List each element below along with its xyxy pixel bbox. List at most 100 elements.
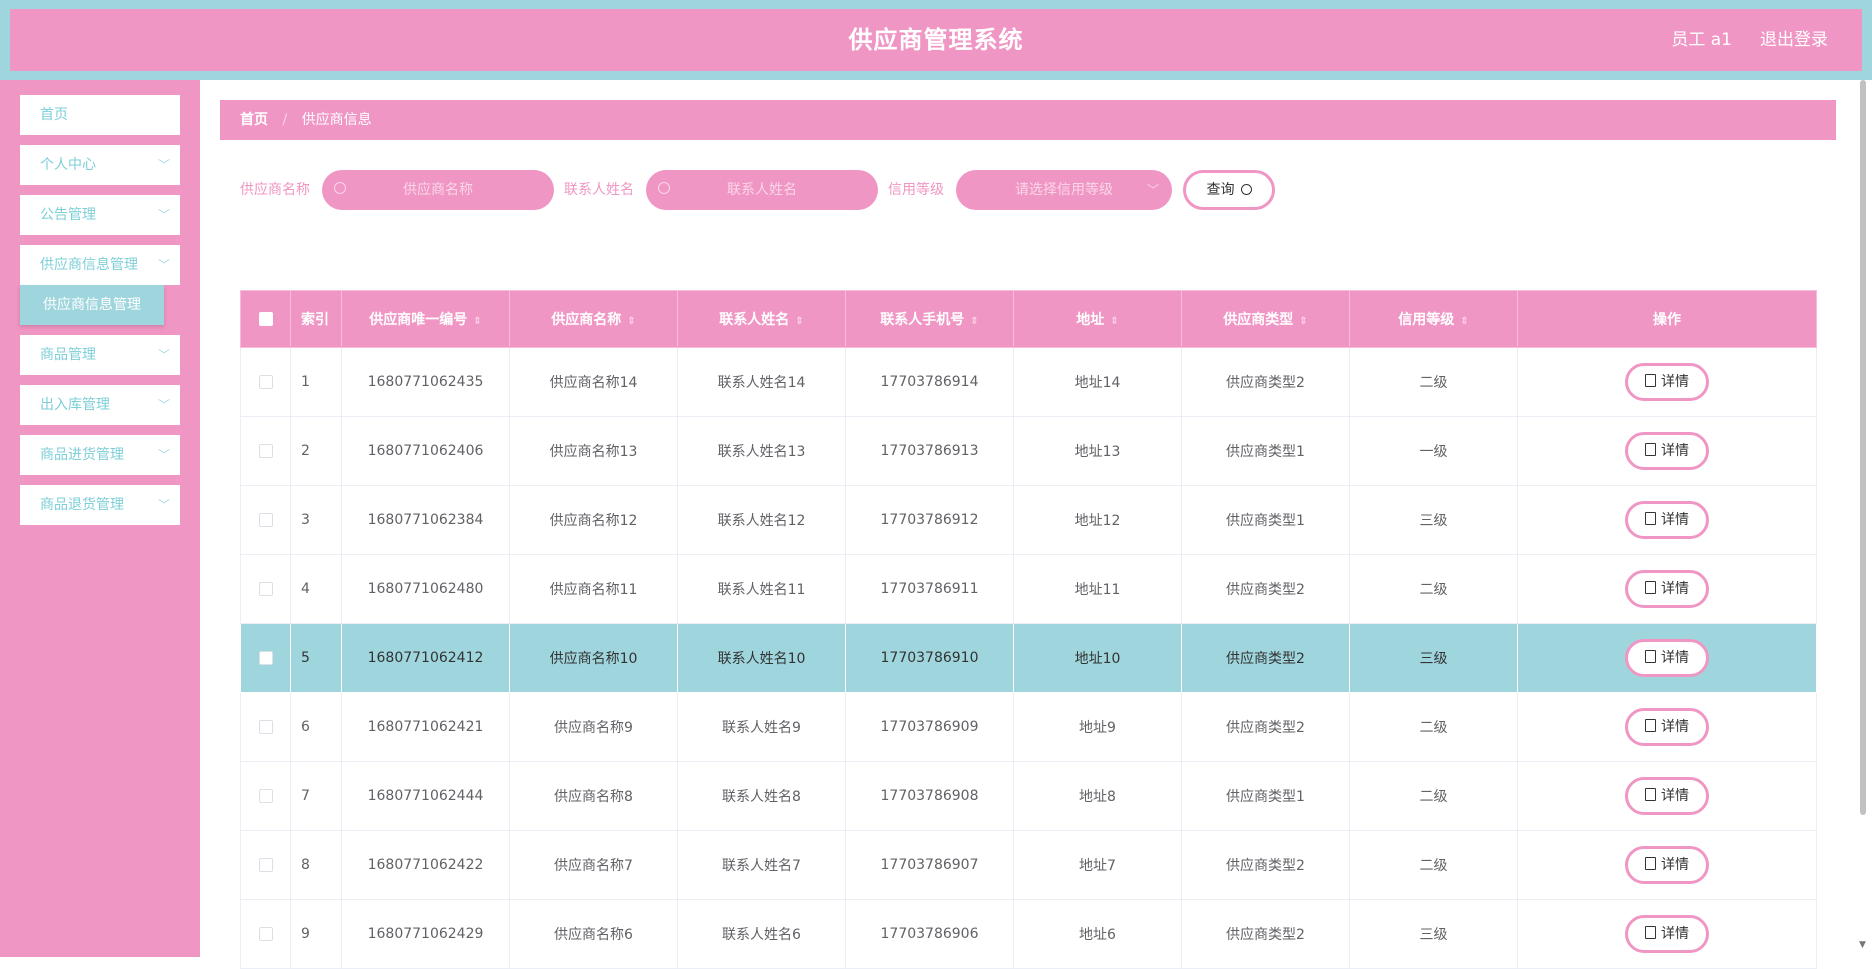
- detail-button[interactable]: 详情: [1625, 501, 1709, 539]
- row-checkbox-cell[interactable]: [240, 554, 291, 624]
- row-checkbox-cell[interactable]: [240, 485, 291, 555]
- table-row[interactable]: 9 1680771062429 供应商名称6 联系人姓名6 17703786906 地址6…: [240, 899, 1817, 969]
- sidebar-item-profile[interactable]: 个人中心 ﹀: [20, 145, 180, 185]
- detail-button[interactable]: 详情: [1625, 570, 1709, 608]
- credit-level-select[interactable]: [956, 170, 1172, 210]
- detail-button[interactable]: 详情: [1625, 432, 1709, 470]
- column-header-address[interactable]: 地址 ⇕: [1013, 290, 1182, 348]
- query-button[interactable]: 查询: [1183, 170, 1275, 210]
- detail-button[interactable]: 详情: [1625, 777, 1709, 815]
- cell-actions: 详情: [1517, 692, 1817, 762]
- table-row[interactable]: 7 1680771062444 供应商名称8 联系人姓名8 17703786908 地址8…: [240, 761, 1817, 831]
- table-row[interactable]: 8 1680771062422 供应商名称7 联系人姓名7 17703786907 地址7…: [240, 830, 1817, 900]
- breadcrumb-separator: /: [282, 112, 288, 128]
- sidebar-item-stock[interactable]: 出入库管理 ﹀: [20, 385, 180, 425]
- column-header-label: 地址: [1076, 312, 1105, 328]
- detail-button[interactable]: 详情: [1625, 639, 1709, 677]
- cell-address: 地址7: [1013, 830, 1182, 900]
- sort-icon[interactable]: ⇕: [1110, 316, 1118, 327]
- sidebar-item-supplier-info[interactable]: 供应商信息管理 ﹀: [20, 245, 180, 285]
- cell-credit-level: 二级: [1349, 692, 1518, 762]
- table-row[interactable]: 5 1680771062412 供应商名称10 联系人姓名10 17703786910 地…: [240, 623, 1817, 693]
- row-checkbox-cell[interactable]: [240, 761, 291, 831]
- sidebar-item-label: 首页: [40, 107, 68, 123]
- cell-contact-phone: 17703786907: [845, 830, 1014, 900]
- detail-button[interactable]: 详情: [1625, 708, 1709, 746]
- table-row[interactable]: 3 1680771062384 供应商名称12 联系人姓名12 17703786912 地…: [240, 485, 1817, 555]
- chevron-down-icon: ﹀: [157, 208, 170, 222]
- column-header-credit-level[interactable]: 信用等级 ⇕: [1349, 290, 1518, 348]
- cell-contact-name: 联系人姓名10: [677, 623, 846, 693]
- sidebar-item-purchase[interactable]: 商品进货管理 ﹀: [20, 435, 180, 475]
- sort-icon[interactable]: ⇕: [795, 316, 803, 327]
- cell-contact-name: 联系人姓名6: [677, 899, 846, 969]
- sort-icon[interactable]: ⇕: [1460, 316, 1468, 327]
- row-checkbox-cell[interactable]: [240, 347, 291, 417]
- document-icon: [1645, 719, 1656, 732]
- select-all-checkbox[interactable]: [240, 290, 291, 348]
- table-row[interactable]: 4 1680771062480 供应商名称11 联系人姓名11 17703786911 地…: [240, 554, 1817, 624]
- scroll-down-icon[interactable]: ▼: [1859, 940, 1866, 950]
- cell-supplier-id: 1680771062422: [341, 830, 510, 900]
- cell-address: 地址12: [1013, 485, 1182, 555]
- submenu-item-supplier-info[interactable]: 供应商信息管理: [20, 285, 164, 325]
- column-header-contact-phone[interactable]: 联系人手机号 ⇕: [845, 290, 1014, 348]
- detail-label: 详情: [1661, 788, 1689, 804]
- sort-icon[interactable]: ⇕: [1299, 316, 1307, 327]
- checkbox[interactable]: [258, 720, 273, 734]
- supplier-name-input[interactable]: [322, 170, 554, 210]
- row-checkbox-cell[interactable]: [240, 830, 291, 900]
- checkbox[interactable]: [258, 927, 273, 941]
- header: 供应商管理系统 员工 a1 退出登录: [10, 9, 1862, 71]
- cell-supplier-name: 供应商名称10: [509, 623, 678, 693]
- detail-label: 详情: [1661, 374, 1689, 390]
- sort-icon[interactable]: ⇕: [473, 316, 481, 327]
- checkbox[interactable]: [258, 651, 273, 665]
- sidebar-item-label: 个人中心: [40, 157, 96, 173]
- detail-button[interactable]: 详情: [1625, 363, 1709, 401]
- checkbox[interactable]: [258, 312, 273, 326]
- column-header-label: 供应商名称: [551, 312, 622, 328]
- detail-button[interactable]: 详情: [1625, 915, 1709, 953]
- cell-supplier-type: 供应商类型1: [1181, 761, 1350, 831]
- table-row[interactable]: 1 1680771062435 供应商名称14 联系人姓名14 17703786914 地…: [240, 347, 1817, 417]
- query-label: 查询: [1206, 182, 1235, 198]
- checkbox[interactable]: [258, 858, 273, 872]
- table-header-row: 索引 供应商唯一编号 ⇕ 供应商名称 ⇕ 联系人姓名 ⇕ 联系人手机号 ⇕ 地址 ⇕ 供应…: [240, 290, 1817, 348]
- sidebar-item-label: 商品管理: [40, 347, 96, 363]
- sidebar-item-goods[interactable]: 商品管理 ﹀: [20, 335, 180, 375]
- contact-name-input[interactable]: [646, 170, 878, 210]
- sort-icon[interactable]: ⇕: [627, 316, 635, 327]
- checkbox[interactable]: [258, 789, 273, 803]
- row-checkbox-cell[interactable]: [240, 623, 291, 693]
- column-header-supplier-type[interactable]: 供应商类型 ⇕: [1181, 290, 1350, 348]
- detail-button[interactable]: 详情: [1625, 846, 1709, 884]
- breadcrumb-home[interactable]: 首页: [240, 112, 268, 128]
- cell-supplier-name: 供应商名称9: [509, 692, 678, 762]
- checkbox[interactable]: [258, 582, 273, 596]
- row-checkbox-cell[interactable]: [240, 899, 291, 969]
- sidebar-item-returns[interactable]: 商品退货管理 ﹀: [20, 485, 180, 525]
- cell-contact-phone: 17703786911: [845, 554, 1014, 624]
- sort-icon[interactable]: ⇕: [970, 316, 978, 327]
- cell-supplier-type: 供应商类型2: [1181, 623, 1350, 693]
- checkbox[interactable]: [258, 375, 273, 389]
- row-checkbox-cell[interactable]: [240, 416, 291, 486]
- scrollbar[interactable]: [1860, 80, 1866, 815]
- cell-contact-name: 联系人姓名13: [677, 416, 846, 486]
- checkbox[interactable]: [258, 513, 273, 527]
- sidebar-item-home[interactable]: 首页: [20, 95, 180, 135]
- column-header-supplier-id[interactable]: 供应商唯一编号 ⇕: [341, 290, 510, 348]
- column-header-contact-name[interactable]: 联系人姓名 ⇕: [677, 290, 846, 348]
- sidebar-item-notices[interactable]: 公告管理 ﹀: [20, 195, 180, 235]
- cell-credit-level: 一级: [1349, 416, 1518, 486]
- column-header-supplier-name[interactable]: 供应商名称 ⇕: [509, 290, 678, 348]
- column-header-label: 供应商类型: [1223, 312, 1294, 328]
- cell-credit-level: 三级: [1349, 485, 1518, 555]
- row-checkbox-cell[interactable]: [240, 692, 291, 762]
- user-label: 员工 a1: [1671, 30, 1732, 50]
- table-row[interactable]: 6 1680771062421 供应商名称9 联系人姓名9 17703786909 地址9…: [240, 692, 1817, 762]
- logout-link[interactable]: 退出登录: [1760, 9, 1828, 71]
- table-row[interactable]: 2 1680771062406 供应商名称13 联系人姓名13 17703786913 地…: [240, 416, 1817, 486]
- checkbox[interactable]: [258, 444, 273, 458]
